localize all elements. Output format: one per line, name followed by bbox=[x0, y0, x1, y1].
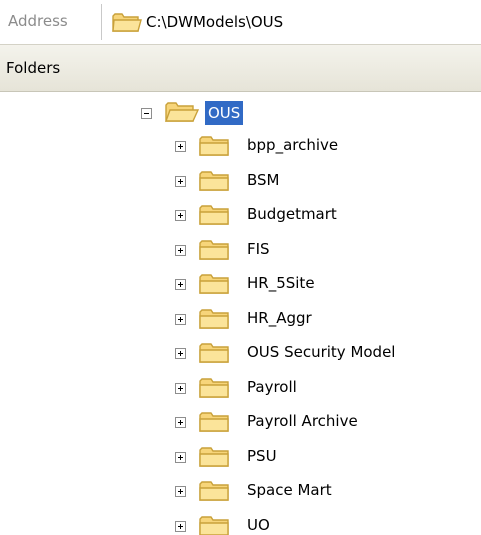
folder-icon bbox=[198, 340, 234, 370]
tree-node[interactable]: UO bbox=[172, 510, 472, 535]
folder-icon bbox=[198, 133, 234, 163]
open-folder-icon bbox=[164, 99, 200, 129]
tree-node-label[interactable]: Payroll Archive bbox=[247, 412, 358, 430]
folder-icon bbox=[198, 202, 234, 232]
tree-node-label[interactable]: HR_Aggr bbox=[247, 309, 312, 327]
tree-node-label[interactable]: BSM bbox=[247, 171, 280, 189]
tree-node-label[interactable]: Budgetmart bbox=[247, 205, 337, 223]
folder-icon bbox=[198, 237, 234, 267]
tree-node[interactable]: Budgetmart bbox=[172, 199, 472, 231]
folder-icon bbox=[198, 409, 234, 439]
folder-icon bbox=[198, 168, 234, 198]
tree-node-label[interactable]: FIS bbox=[247, 240, 270, 258]
expand-icon[interactable] bbox=[175, 210, 186, 221]
folders-header: Folders bbox=[0, 44, 481, 92]
explorer-window: Address C:\DWModels\OUS Folders OUS bpp_… bbox=[0, 0, 481, 535]
tree-node[interactable]: HR_5Site bbox=[172, 268, 472, 300]
folder-icon bbox=[111, 10, 143, 38]
folder-icon bbox=[198, 478, 234, 508]
expand-icon[interactable] bbox=[175, 348, 186, 359]
folder-icon bbox=[198, 271, 234, 301]
tree-node[interactable]: PSU bbox=[172, 441, 472, 473]
tree-node[interactable]: bpp_archive bbox=[172, 130, 472, 162]
address-path[interactable]: C:\DWModels\OUS bbox=[146, 13, 283, 31]
address-field[interactable]: C:\DWModels\OUS bbox=[106, 6, 481, 38]
expand-icon[interactable] bbox=[175, 451, 186, 463]
expand-icon[interactable] bbox=[175, 244, 186, 256]
tree-node[interactable]: OUS Security Model bbox=[172, 337, 472, 369]
tree-node[interactable]: Payroll bbox=[172, 372, 472, 404]
tree-node-label[interactable]: OUS bbox=[205, 101, 244, 125]
tree-node-label[interactable]: bpp_archive bbox=[247, 136, 338, 154]
tree-node[interactable]: Payroll Archive bbox=[172, 406, 472, 438]
expand-icon[interactable] bbox=[175, 382, 186, 394]
address-divider bbox=[101, 4, 102, 40]
tree-node-label[interactable]: Space Mart bbox=[247, 481, 332, 499]
folder-icon bbox=[198, 513, 234, 535]
tree-node-label[interactable]: Payroll bbox=[247, 378, 297, 396]
expand-icon[interactable] bbox=[175, 520, 186, 532]
address-bar: Address C:\DWModels\OUS bbox=[0, 0, 481, 44]
tree-node-label[interactable]: PSU bbox=[247, 447, 277, 465]
expand-icon[interactable] bbox=[175, 279, 186, 290]
tree-node-label[interactable]: UO bbox=[247, 516, 270, 534]
expand-icon[interactable] bbox=[175, 417, 186, 428]
tree-node[interactable]: HR_Aggr bbox=[172, 303, 472, 335]
tree-node-label[interactable]: OUS Security Model bbox=[247, 343, 395, 361]
folders-label: Folders bbox=[6, 59, 61, 77]
folder-tree: OUS bpp_archive BSM Budgetmart FIS HR_5Site H… bbox=[0, 92, 481, 535]
folder-icon bbox=[198, 375, 234, 405]
folder-icon bbox=[198, 444, 234, 474]
collapse-icon[interactable] bbox=[141, 108, 152, 119]
expand-icon[interactable] bbox=[175, 486, 186, 497]
expand-icon[interactable] bbox=[175, 175, 186, 187]
address-label: Address bbox=[8, 12, 68, 30]
folder-icon bbox=[198, 306, 234, 336]
tree-node-label[interactable]: HR_5Site bbox=[247, 274, 315, 292]
tree-node[interactable]: FIS bbox=[172, 234, 472, 266]
tree-node-root[interactable]: OUS bbox=[136, 96, 336, 130]
tree-node[interactable]: BSM bbox=[172, 165, 472, 197]
tree-node[interactable]: Space Mart bbox=[172, 475, 472, 507]
expand-icon[interactable] bbox=[175, 141, 186, 152]
expand-icon[interactable] bbox=[175, 313, 186, 325]
